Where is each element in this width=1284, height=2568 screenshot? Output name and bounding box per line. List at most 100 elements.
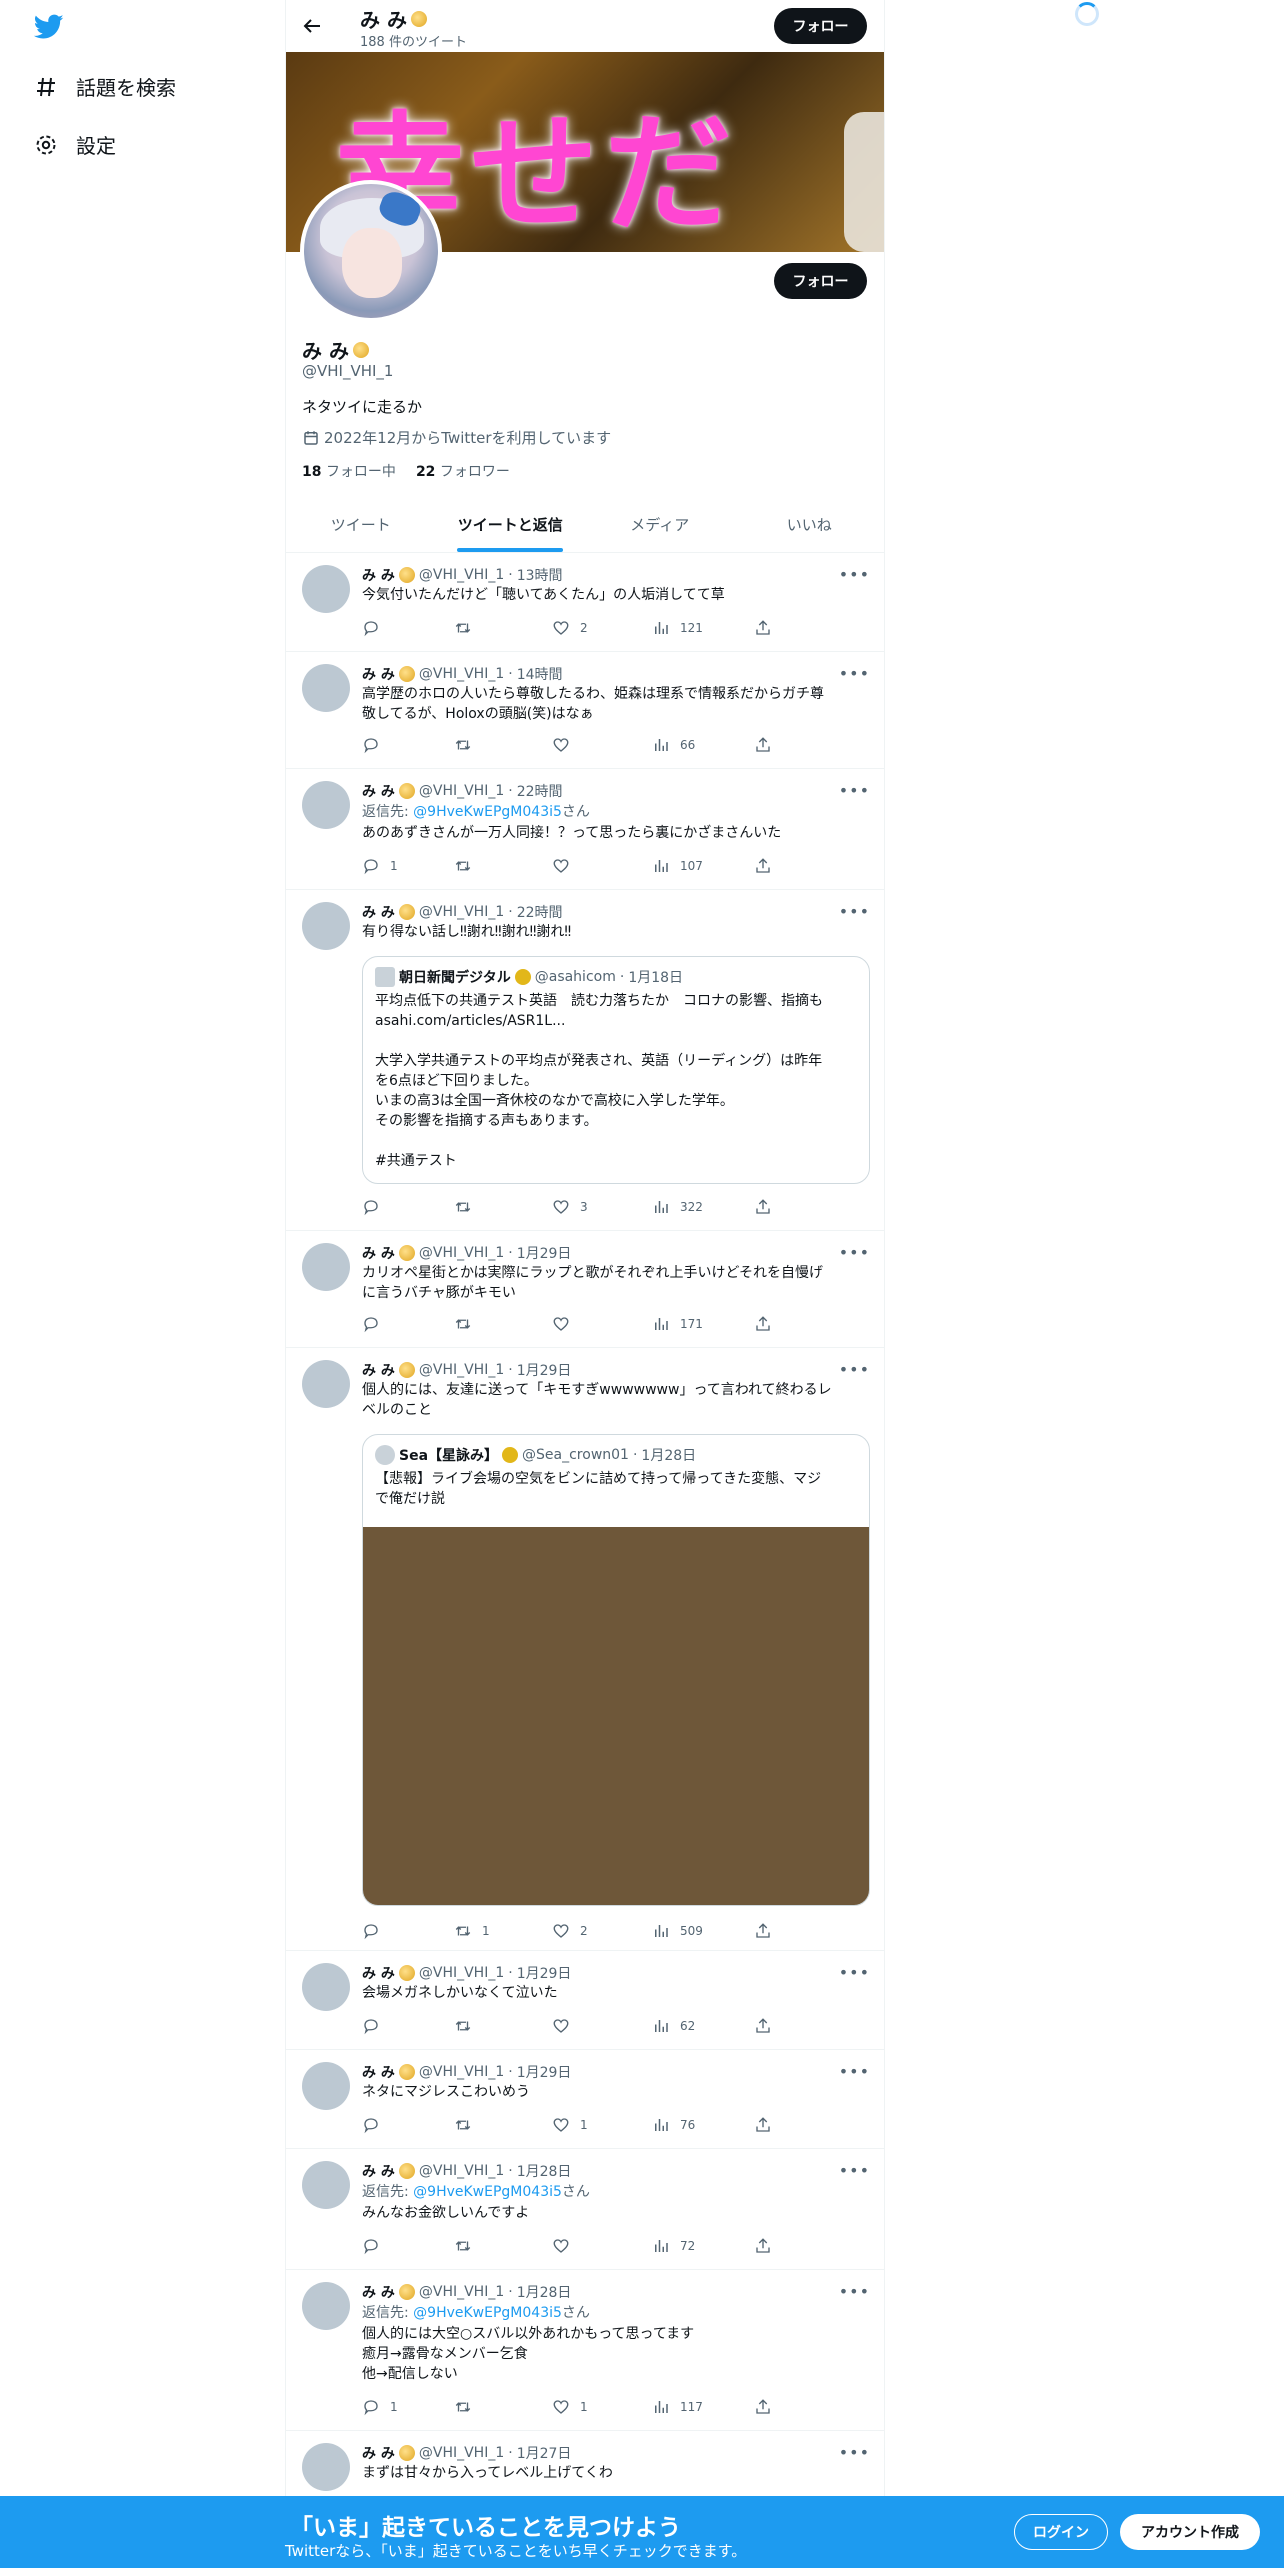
tweet-avatar[interactable] [302,1963,350,2011]
login-button[interactable]: ログイン [1014,2514,1108,2550]
tweet-timestamp[interactable]: 1月29日 [517,1243,572,1263]
profile-follow-button[interactable]: フォロー [774,263,867,299]
quoted-tweet[interactable]: 朝日新聞デジタル @asahicom · 1月18日 平均点低下の共通テスト英語 読む力… [362,956,870,1184]
tweet-author-handle[interactable]: @VHI_VHI_1 [419,2163,504,2179]
like-button[interactable] [552,2237,580,2255]
more-options-icon[interactable]: ••• [839,2161,870,2180]
tweet-author-handle[interactable]: @VHI_VHI_1 [419,904,504,920]
tweet-author-name[interactable]: み み [362,664,395,684]
more-options-icon[interactable]: ••• [839,2443,870,2462]
views-button[interactable]: 117 [652,2398,703,2416]
following-link[interactable]: 18 フォロー中 [302,461,396,481]
tweet-avatar[interactable] [302,664,350,712]
tweet-author-handle[interactable]: @VHI_VHI_1 [419,1245,504,1261]
tweet-avatar[interactable] [302,781,350,829]
more-options-icon[interactable]: ••• [839,781,870,800]
retweet-button[interactable] [454,2116,482,2134]
tweet[interactable]: み み @VHI_VHI_1 · 1月29日 ••• 個人的には、友達に送って「キモすぎw… [286,1348,884,1951]
share-button[interactable] [754,736,772,754]
tweet-timestamp[interactable]: 22時間 [517,902,563,922]
tweet[interactable]: み み @VHI_VHI_1 · 13時間 ••• 今気付いたんだけど「聴いてあくたん」の… [286,553,884,652]
retweet-button[interactable] [454,857,482,875]
signup-button[interactable]: アカウント作成 [1120,2514,1260,2550]
tweet-avatar[interactable] [302,2282,350,2330]
like-button[interactable] [552,2017,580,2035]
reply-button[interactable] [362,1198,390,1216]
tweet-author-name[interactable]: み み [362,2443,395,2463]
reply-to-handle[interactable]: @9HveKwEPgM043i5 [413,2184,562,2200]
tweet[interactable]: み み @VHI_VHI_1 · 1月29日 ••• 会場メガネしかいなくて泣いた 62 [286,1951,884,2050]
twitter-logo-icon[interactable] [34,14,64,40]
back-arrow-icon[interactable] [300,14,324,38]
tweet-avatar[interactable] [302,902,350,950]
quoted-tweet[interactable]: Sea【星詠み】 @Sea_crown01 · 1月28日 【悲報】ライブ会場の空気をビ… [362,1434,870,1906]
reply-button[interactable] [362,1922,390,1940]
reply-button[interactable] [362,619,390,637]
tweet-timestamp[interactable]: 1月29日 [517,1360,572,1380]
like-button[interactable]: 1 [552,2116,588,2134]
retweet-button[interactable] [454,1315,482,1333]
tweet-author-name[interactable]: み み [362,1360,395,1380]
tweet-author-handle[interactable]: @VHI_VHI_1 [419,2064,504,2080]
tweet-author-name[interactable]: み み [362,781,395,801]
tweet-author-handle[interactable]: @VHI_VHI_1 [419,567,504,583]
reply-button[interactable] [362,1315,390,1333]
tweet-author-name[interactable]: み み [362,1963,395,1983]
tweet-timestamp[interactable]: 13時間 [517,565,563,585]
views-button[interactable]: 76 [652,2116,695,2134]
followers-link[interactable]: 22 フォロワー [416,461,510,481]
tab-media[interactable]: メディア [585,500,735,552]
sidebar-item-explore[interactable]: 話題を検索 [34,72,176,101]
more-options-icon[interactable]: ••• [839,2282,870,2301]
tweet-author-name[interactable]: み み [362,1243,395,1263]
more-options-icon[interactable]: ••• [839,565,870,584]
tweet-author-name[interactable]: み み [362,902,395,922]
tweet-author-handle[interactable]: @VHI_VHI_1 [419,783,504,799]
more-options-icon[interactable]: ••• [839,1360,870,1379]
tweet-avatar[interactable] [302,565,350,613]
views-button[interactable]: 66 [652,736,695,754]
more-options-icon[interactable]: ••• [839,902,870,921]
retweet-button[interactable] [454,2398,482,2416]
like-button[interactable]: 1 [552,2398,588,2416]
tab-tweets-and-replies[interactable]: ツイートと返信 [436,500,586,552]
share-button[interactable] [754,2237,772,2255]
share-button[interactable] [754,1198,772,1216]
retweet-button[interactable] [454,619,482,637]
tweet-timestamp[interactable]: 1月29日 [517,2062,572,2082]
retweet-button[interactable] [454,736,482,754]
tweet-timestamp[interactable]: 22時間 [517,781,563,801]
profile-avatar[interactable] [300,180,442,322]
tweet-avatar[interactable] [302,2062,350,2110]
reply-button[interactable] [362,736,390,754]
like-button[interactable] [552,1315,580,1333]
tweet-timestamp[interactable]: 1月29日 [517,1963,572,1983]
share-button[interactable] [754,2398,772,2416]
like-button[interactable] [552,736,580,754]
share-button[interactable] [754,619,772,637]
like-button[interactable] [552,857,580,875]
tweet-author-name[interactable]: み み [362,565,395,585]
like-button[interactable]: 3 [552,1198,588,1216]
tweet-timestamp[interactable]: 1月28日 [517,2161,572,2181]
more-options-icon[interactable]: ••• [839,1963,870,1982]
views-button[interactable]: 62 [652,2017,695,2035]
tweet-avatar[interactable] [302,2443,350,2491]
tweet-author-handle[interactable]: @VHI_VHI_1 [419,666,504,682]
reply-to-handle[interactable]: @9HveKwEPgM043i5 [413,804,562,820]
share-button[interactable] [754,1922,772,1940]
retweet-button[interactable]: 1 [454,1922,490,1940]
views-button[interactable]: 72 [652,2237,695,2255]
reply-button[interactable] [362,2116,390,2134]
tweet-author-handle[interactable]: @VHI_VHI_1 [419,2445,504,2461]
header-follow-button[interactable]: フォロー [774,8,867,44]
tweet[interactable]: み み @VHI_VHI_1 · 1月28日 ••• 返信先: @9HveKwEPgM04… [286,2270,884,2431]
tweet-timestamp[interactable]: 14時間 [517,664,563,684]
reply-button[interactable]: 1 [362,857,398,875]
share-button[interactable] [754,857,772,875]
tweet-avatar[interactable] [302,2161,350,2209]
views-button[interactable]: 107 [652,857,703,875]
tweet-avatar[interactable] [302,1360,350,1408]
tweet-author-handle[interactable]: @VHI_VHI_1 [419,1362,504,1378]
reply-button[interactable] [362,2017,390,2035]
